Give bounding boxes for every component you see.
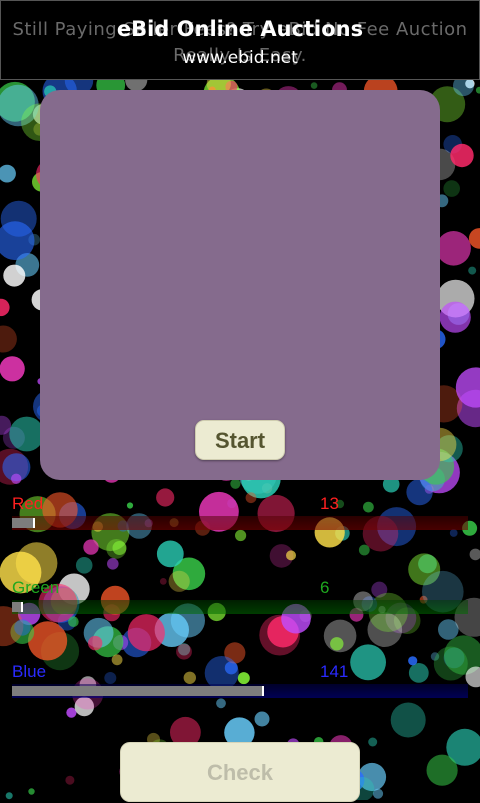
bokeh-dot [440,302,471,333]
bokeh-dot [427,755,458,786]
bokeh-dot [230,479,240,489]
bokeh-dot [450,144,473,167]
bokeh-dot [330,637,343,650]
bokeh-dot [11,474,21,484]
bokeh-dot [9,417,44,452]
red-label: Red [12,494,43,514]
red-slider-group: Red 13 [0,494,480,554]
ad-banner[interactable]: Still Paying Seller Fees? Try eBid No Fe… [0,0,480,80]
bokeh-dot [1,201,37,237]
red-value: 13 [320,494,339,514]
green-label: Green [12,578,59,598]
bokeh-dot [28,788,34,794]
green-slider-group: Green 6 [0,578,480,638]
bokeh-dot [436,231,471,266]
bokeh-dot [3,265,25,287]
blue-slider-thumb[interactable] [262,686,264,696]
red-slider-thumb[interactable] [33,518,35,528]
blue-label: Blue [12,662,46,682]
bokeh-dot [88,636,102,650]
green-slider[interactable] [12,600,468,614]
start-button[interactable]: Start [195,420,285,460]
ad-title: eBid Online Auctions [1,15,479,43]
bokeh-dot [65,776,74,785]
check-button[interactable]: Check [120,742,360,802]
bokeh-dot [0,326,17,353]
red-slider[interactable] [12,516,468,530]
ad-url: www.ebid.net [1,46,479,70]
blue-slider[interactable] [12,684,468,698]
bokeh-dot [0,299,10,316]
bokeh-dot [0,165,16,183]
bokeh-dot [468,267,476,275]
bokeh-dot [76,557,93,574]
bokeh-dot [6,792,13,799]
green-value: 6 [320,578,329,598]
blue-slider-fill [12,686,264,696]
blue-value: 141 [320,662,348,682]
bokeh-dot [176,644,192,660]
bokeh-dot [107,558,119,570]
green-slider-thumb[interactable] [21,602,23,612]
blue-slider-group: Blue 141 [0,662,480,722]
bokeh-dot [443,180,460,197]
bokeh-dot [311,82,318,89]
bokeh-dot [476,87,480,94]
red-slider-fill [12,518,35,528]
bokeh-dot [0,356,25,381]
bokeh-dot [368,738,377,747]
